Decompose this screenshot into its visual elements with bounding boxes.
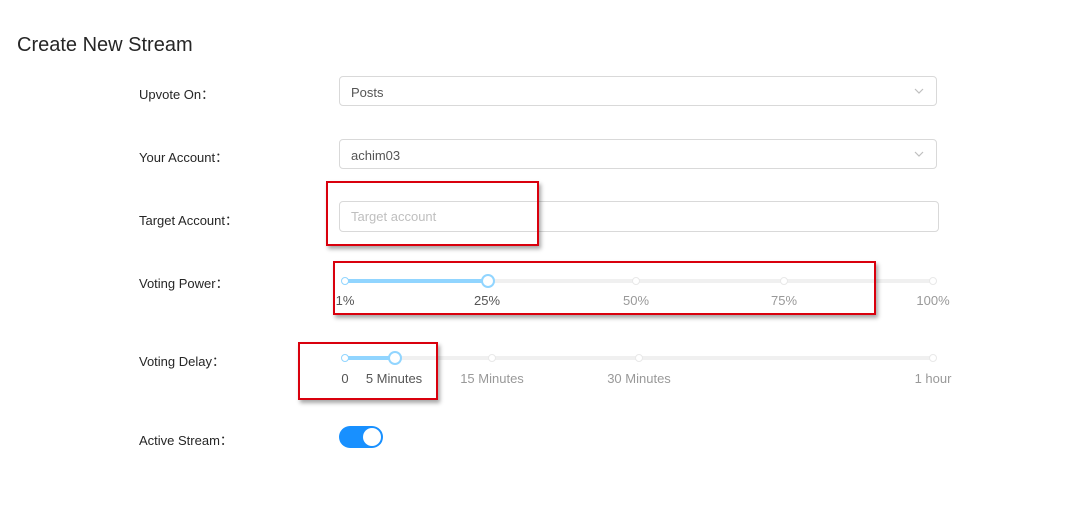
your-account-value: achim03: [351, 148, 401, 163]
voting-delay-dot[interactable]: [488, 354, 496, 362]
upvote-on-label: Upvote On：: [139, 87, 215, 102]
upvote-on-select[interactable]: Posts: [339, 76, 937, 106]
voting-delay-label: Voting Delay：: [139, 354, 225, 369]
chevron-down-icon: [914, 151, 924, 157]
voting-delay-dot[interactable]: [929, 354, 937, 362]
your-account-label: Your Account：: [139, 150, 229, 165]
voting-power-mark[interactable]: 100%: [916, 293, 949, 308]
annotation-box-voting-delay: [298, 342, 438, 400]
annotation-box-target-account: [326, 181, 539, 246]
active-stream-label: Active Stream：: [139, 433, 233, 448]
voting-delay-dot[interactable]: [635, 354, 643, 362]
active-stream-toggle[interactable]: [339, 426, 383, 448]
annotation-box-voting-power: [333, 261, 876, 315]
toggle-knob: [363, 428, 381, 446]
voting-delay-mark[interactable]: 1 hour: [915, 371, 952, 386]
chevron-down-icon: [914, 88, 924, 94]
voting-delay-mark[interactable]: 30 Minutes: [607, 371, 671, 386]
voting-power-label: Voting Power：: [139, 276, 229, 291]
voting-delay-mark[interactable]: 15 Minutes: [460, 371, 524, 386]
target-account-label: Target Account：: [139, 213, 238, 228]
voting-power-dot[interactable]: [929, 277, 937, 285]
upvote-on-value: Posts: [351, 85, 384, 100]
page-title: Create New Stream: [17, 34, 193, 56]
your-account-select[interactable]: achim03: [339, 139, 937, 169]
